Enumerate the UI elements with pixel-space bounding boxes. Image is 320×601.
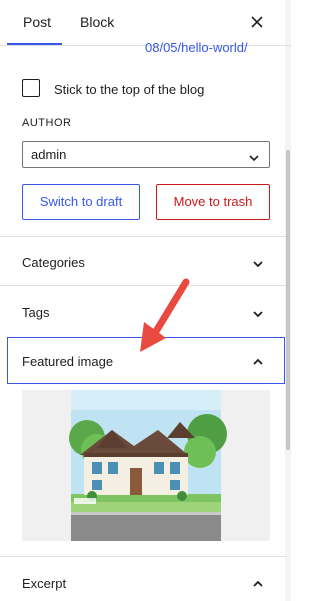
featured-image-preview[interactable]	[22, 390, 270, 541]
author-label: AUTHOR	[22, 117, 72, 129]
switch-to-draft-button[interactable]: Switch to draft	[22, 184, 140, 220]
post-url-link[interactable]: 08/05/hello-world/	[145, 40, 248, 55]
chevron-down-icon[interactable]	[251, 307, 265, 321]
move-to-trash-button[interactable]: Move to trash	[156, 184, 270, 220]
tab-block[interactable]: Block	[80, 0, 114, 45]
chevron-up-icon[interactable]	[251, 355, 265, 369]
arrow-annotation-icon	[138, 278, 194, 354]
panel-featured-image-title[interactable]: Featured image	[22, 354, 113, 369]
divider	[0, 236, 286, 237]
panel-excerpt-title[interactable]: Excerpt	[22, 576, 66, 591]
sticky-checkbox[interactable]	[22, 79, 40, 97]
panel-tags-title[interactable]: Tags	[22, 305, 49, 320]
chevron-down-icon	[247, 148, 261, 162]
author-selected-value: admin	[31, 147, 67, 162]
panel-categories-title[interactable]: Categories	[22, 255, 85, 270]
divider	[0, 556, 286, 557]
author-select[interactable]: admin	[22, 141, 270, 168]
sticky-label: Stick to the top of the blog	[54, 82, 205, 97]
close-icon[interactable]	[247, 12, 267, 32]
house-illustration	[69, 390, 227, 541]
tab-post[interactable]: Post	[23, 0, 51, 45]
chevron-up-icon[interactable]	[251, 577, 265, 591]
chevron-down-icon[interactable]	[251, 257, 265, 271]
scrollbar-thumb[interactable]	[286, 150, 290, 450]
